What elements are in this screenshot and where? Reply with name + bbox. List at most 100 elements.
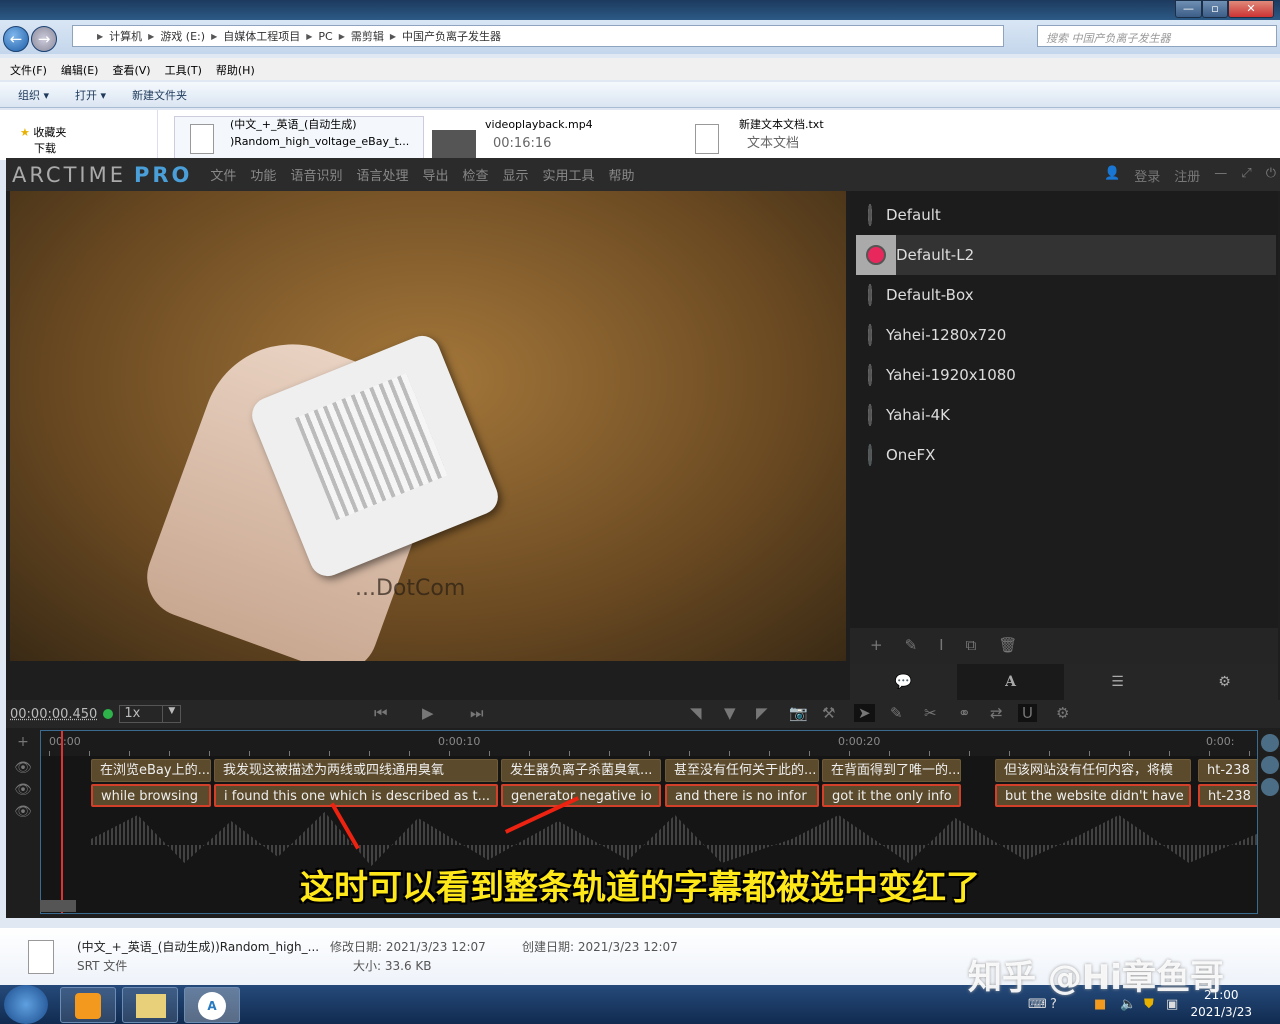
video-preview[interactable]: ...DotCom 👁 [10,191,846,661]
maximize-button[interactable]: ▫ [1202,0,1228,18]
edit-tool-icon[interactable]: ✎ [890,704,903,722]
style-item[interactable]: Yahei-1920x1080 [856,355,1276,395]
tab-list-icon[interactable]: ☰ [1064,664,1171,700]
arctime-menu-item[interactable]: 检查 [462,165,488,184]
file-video[interactable]: videoplayback.mp4 00:16:16 [485,116,593,151]
arctime-menu-item[interactable]: 导出 [422,165,448,184]
prev-icon[interactable]: ⏮ [374,704,388,722]
login-link[interactable]: 登录 [1134,166,1160,185]
eye-icon[interactable]: 👁 [6,804,40,820]
subtitle-block-cn[interactable]: 在浏览eBay上的... [91,759,211,782]
minimize-button[interactable]: — [1175,0,1202,18]
magic-wand-icon[interactable]: ⚒ [822,704,835,722]
subtitle-block-en-selected[interactable]: i found this one which is described as t… [214,784,498,807]
play-icon[interactable]: ▶ [422,704,434,722]
crumb[interactable]: 计算机 [109,28,142,44]
tab-styles-icon[interactable]: A [957,664,1064,700]
mark-right-icon[interactable]: ◤ [756,704,768,722]
back-button[interactable]: ← [3,26,29,52]
add-icon[interactable]: + [870,636,883,656]
minimize-icon[interactable]: — [1214,166,1227,185]
next-icon[interactable]: ⏭ [470,704,484,722]
style-item[interactable]: Yahei-1280x720 [856,315,1276,355]
file-txt[interactable]: 新建文本文档.txt 文本文档 [739,116,824,151]
knob[interactable] [1261,734,1279,752]
copy-icon[interactable]: ⧉ [966,636,977,656]
taskbar-arctime[interactable]: A [184,987,240,1023]
eye-icon[interactable]: 👁 [6,760,40,776]
style-item[interactable]: Default-Box [856,275,1276,315]
arctime-menu-item[interactable]: 语音识别 [290,165,342,184]
nav-favorites[interactable]: ★ 收藏夹 [20,124,157,140]
keyboard-icon[interactable]: ⌨ [1028,997,1047,1012]
tab-settings-icon[interactable]: ⚙ [1171,664,1278,700]
crumb[interactable]: 中国产负离子发生器 [402,28,501,44]
subtitle-block-cn[interactable]: 我发现这被描述为两线或四线通用臭氧 [214,759,498,782]
knob[interactable] [1261,756,1279,774]
mark-left-icon[interactable]: ◥ [690,704,702,722]
subtitle-block-cn[interactable]: 但该网站没有任何内容，将模 [995,759,1191,782]
crumb[interactable]: 游戏 (E:) [160,28,205,44]
menu-view[interactable]: 查看(V) [112,62,150,77]
style-item[interactable]: Default [856,195,1276,235]
menu-tools[interactable]: 工具(T) [165,62,202,77]
crumb[interactable]: 自媒体工程项目 [223,28,300,44]
start-button[interactable] [4,985,48,1024]
menu-edit[interactable]: 编辑(E) [61,62,99,77]
edit-icon[interactable]: ✎ [905,636,918,656]
fullscreen-icon[interactable]: ⤢ [1241,166,1251,185]
shield-icon[interactable]: ⛊ [1144,997,1154,1012]
close-button[interactable]: ✕ [1228,0,1274,18]
crumb[interactable]: PC [318,30,332,43]
trash-icon[interactable]: 🗑 [998,636,1017,656]
taskbar-app[interactable] [60,987,116,1023]
organize-button[interactable]: 组织 ▾ [18,87,49,103]
camera-icon[interactable]: 📷 [789,704,808,722]
gear-icon[interactable]: ⚙ [1056,704,1069,722]
menu-file[interactable]: 文件(F) [10,62,47,77]
open-button[interactable]: 打开 ▾ [75,87,106,103]
power-icon[interactable]: ⏻ [1266,166,1276,185]
style-item[interactable]: OneFX [856,435,1276,475]
swap-icon[interactable]: ⇄ [990,704,1003,722]
magnet-icon[interactable]: U [1018,704,1037,722]
register-link[interactable]: 注册 [1174,166,1200,185]
search-input[interactable]: 搜索 中国产负离子发生器 [1037,25,1277,47]
select-tool-icon[interactable]: ➤ [854,704,875,722]
arctime-menu-item[interactable]: 显示 [503,165,529,184]
app-tray-icon[interactable]: ■ [1094,997,1106,1012]
new-folder-button[interactable]: 新建文件夹 [132,87,187,103]
eye-icon[interactable]: 👁 [6,782,40,798]
subtitle-block-en-selected[interactable]: generator negative io [501,784,661,807]
add-track-icon[interactable]: + [6,734,40,750]
arctime-menu-item[interactable]: 实用工具 [543,165,595,184]
crumb[interactable]: 需剪辑 [351,28,384,44]
forward-button[interactable]: → [31,26,57,52]
knob[interactable] [1261,778,1279,796]
subtitle-block-en-selected[interactable]: got it the only info [822,784,961,807]
taskbar-explorer[interactable] [122,987,178,1023]
time-ruler[interactable]: 00:00 0:00:10 0:00:20 0:00: [41,731,1257,756]
arctime-menu-item[interactable]: 语言处理 [356,165,408,184]
scissors-icon[interactable]: ✂ [924,704,937,722]
timecode[interactable]: 00:00:00.450 [10,707,97,722]
arctime-menu-item[interactable]: 帮助 [609,165,635,184]
speed-select[interactable]: 1x ▼ [119,705,182,723]
nav-downloads[interactable]: 下载 [34,140,157,156]
volume-icon[interactable]: 🔈 [1120,997,1136,1012]
style-item[interactable]: Yahai-4K [856,395,1276,435]
subtitle-block-en-selected[interactable]: while browsing [91,784,211,807]
breadcrumb[interactable]: ▶ 计算机 ▶ 游戏 (E:) ▶ 自媒体工程项目 ▶ PC ▶ 需剪辑 ▶ 中国产负离子发… [72,25,1004,47]
subtitle-block-cn[interactable]: ht-238 [1198,759,1257,782]
subtitle-block-cn[interactable]: 发生器负离子杀菌臭氧... [501,759,661,782]
link-icon[interactable]: ⚭ [958,704,971,722]
mark-down-icon[interactable]: ▼ [724,704,736,722]
subtitle-block-en-selected[interactable]: and there is no infor [665,784,819,807]
help-icon[interactable]: ? [1050,997,1057,1012]
subtitle-block-en-selected[interactable]: but the website didn't have [995,784,1191,807]
subtitle-block-en-selected[interactable]: ht-238 [1198,784,1257,807]
style-item[interactable]: Default-L2 [856,235,1276,275]
tab-comments-icon[interactable]: 💬 [850,664,957,700]
arctime-menu-item[interactable]: 文件 [210,165,236,184]
arctime-menu-item[interactable]: 功能 [250,165,276,184]
